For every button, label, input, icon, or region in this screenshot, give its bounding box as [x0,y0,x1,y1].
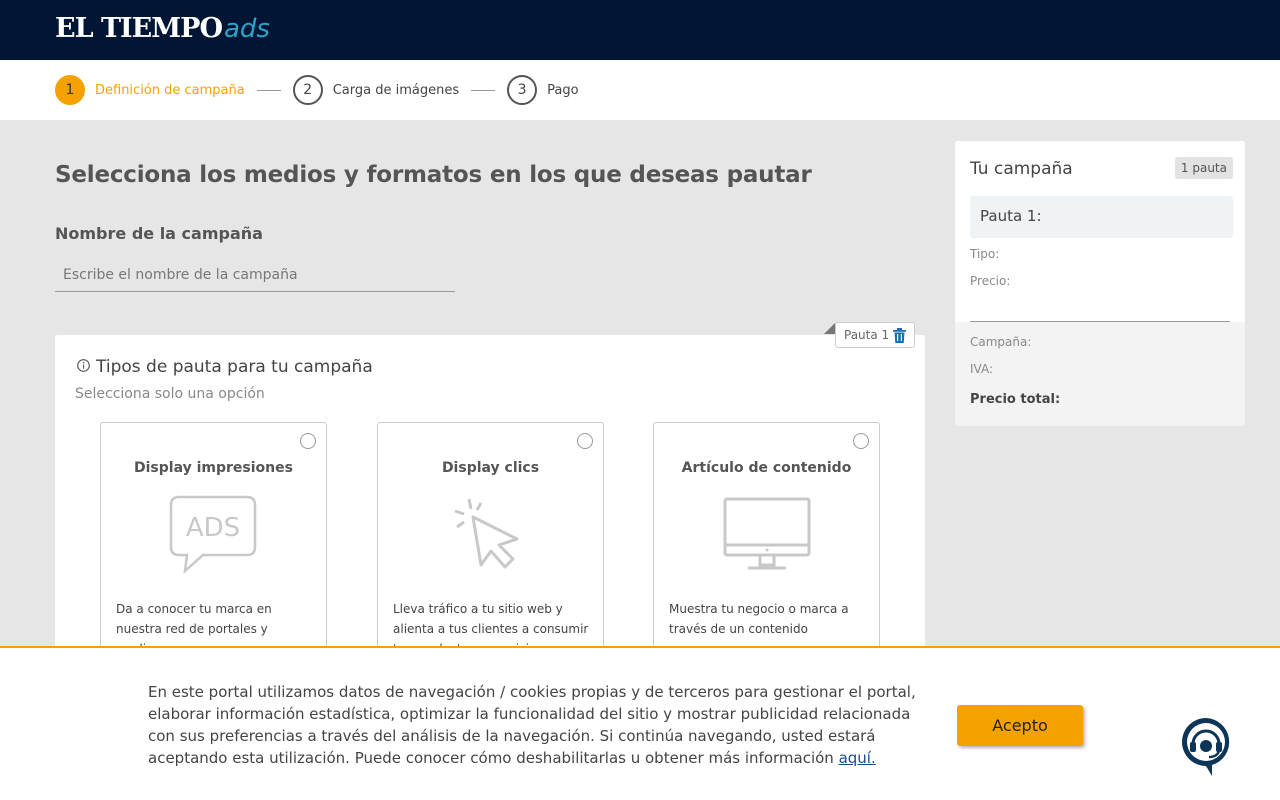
types-title: Tipos de pauta para tu campaña [77,357,373,377]
step-label: Carga de imágenes [332,82,460,98]
option-radio[interactable] [300,433,316,449]
pauta-summary-box: Pauta 1: [970,196,1233,238]
step-separator [256,89,281,91]
campaign-summary: Tu campaña 1 pauta Pauta 1: Tipo: Precio… [955,141,1245,426]
svg-text:ADS: ADS [185,513,239,543]
tipo-label: Tipo: [970,247,1000,261]
step-label: Definición de campaña [95,82,245,98]
trash-icon[interactable] [893,328,906,346]
precio-label: Precio: [970,274,1011,288]
iva-label: IVA: [970,362,994,376]
step-number: 1 [55,75,85,105]
monitor-icon [654,495,879,575]
step-image-upload[interactable]: 2 Carga de imágenes [292,75,460,105]
step-number: 2 [292,75,323,105]
pauta-tab[interactable]: Pauta 1 [835,322,915,348]
step-payment[interactable]: 3 Pago [507,75,579,105]
top-header: EL TIEMPO ads [0,0,1280,60]
option-display-clics[interactable]: Display clics Lleva tráfico a tu sitio w… [377,422,604,682]
summary-title: Tu campaña [970,159,1073,179]
progress-stepper: 1 Definición de campaña 2 Carga de imáge… [0,60,1280,120]
logo[interactable]: EL TIEMPO ads [55,13,270,44]
total-price-label: Precio total: [970,392,1061,407]
cookie-text: En este portal utilizamos datos de naveg… [148,681,928,769]
option-description: Muestra tu negocio o marca a través de u… [669,602,849,636]
summary-top: Tu campaña 1 pauta Pauta 1: Tipo: Precio… [955,141,1245,322]
option-title: Display impresiones [134,460,293,476]
types-title-text: Tipos de pauta para tu campaña [96,357,373,377]
step-campaign-definition[interactable]: 1 Definición de campaña [55,75,245,105]
types-subtitle: Selecciona solo una opción [75,386,265,402]
campana-label: Campaña: [970,335,1032,349]
cursor-click-icon [378,495,603,575]
campaign-name-label: Nombre de la campaña [55,224,263,243]
cookie-more-info-link[interactable]: aquí. [839,749,876,767]
cookie-banner: En este portal utilizamos datos de naveg… [0,646,1280,800]
step-label: Pago [547,82,579,98]
pauta-types-panel: Tipos de pauta para tu campaña Seleccion… [55,335,925,682]
step-separator [471,89,496,91]
logo-main-text: EL TIEMPO [55,13,223,44]
option-radio[interactable] [853,433,869,449]
cookie-message: En este portal utilizamos datos de naveg… [148,683,916,767]
summary-divider [970,321,1230,322]
info-icon [77,357,90,377]
accept-cookies-button[interactable]: Acepto [957,705,1083,746]
option-title: Artículo de contenido [681,460,852,476]
tag-corner [824,323,835,334]
support-headset-icon[interactable] [1180,716,1232,778]
campaign-name-input[interactable] [55,258,455,292]
pauta-tab-label: Pauta 1 [844,328,890,342]
option-radio[interactable] [577,433,593,449]
logo-ads-text: ads [223,14,270,44]
option-articulo-contenido[interactable]: Artículo de contenido Muestra tu negocio… [653,422,880,682]
option-display-impresiones[interactable]: Display impresiones ADS Da a conocer tu … [100,422,327,682]
step-number: 3 [507,75,538,105]
option-title: Display clics [441,460,540,476]
ads-bubble-icon: ADS [101,495,326,575]
pauta-count-badge: 1 pauta [1174,157,1233,179]
page-title: Selecciona los medios y formatos en los … [55,162,812,188]
